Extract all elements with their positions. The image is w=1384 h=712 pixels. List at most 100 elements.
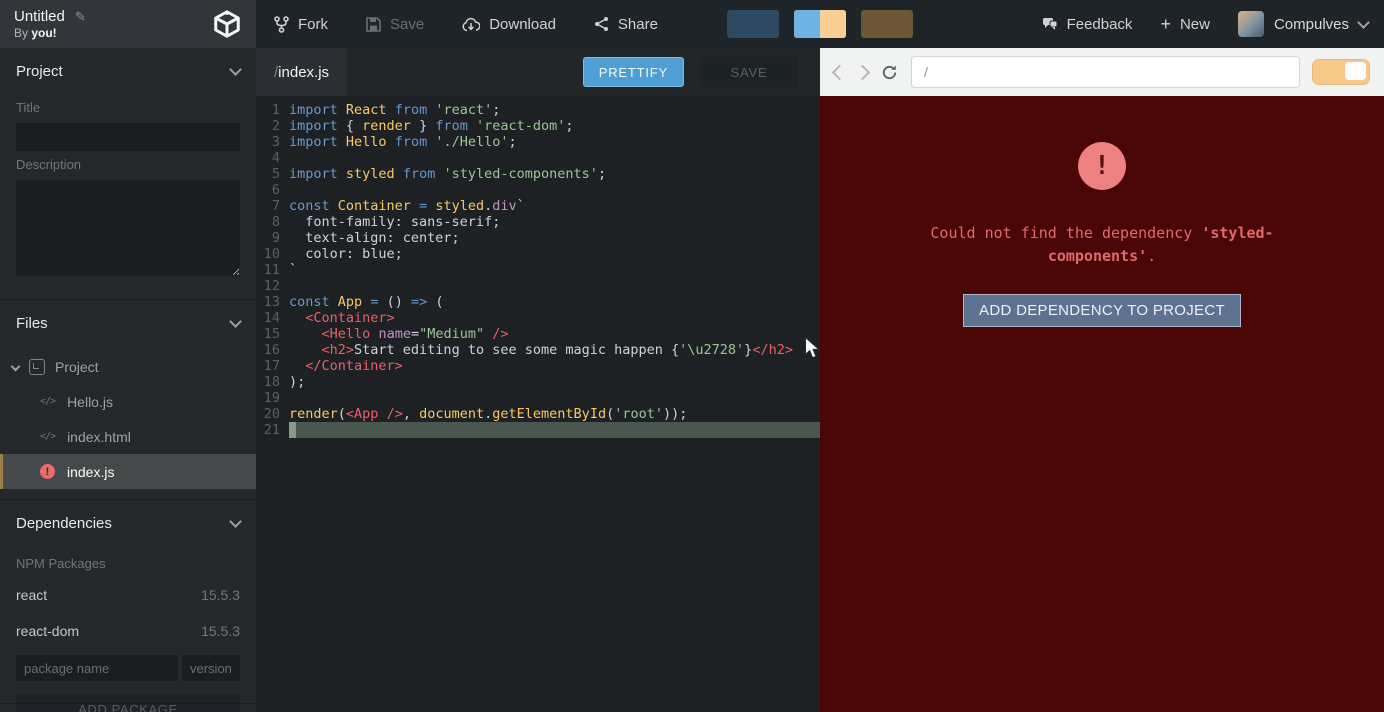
code-line-12[interactable]: 12: [256, 278, 820, 294]
code-line-16[interactable]: 16 <h2>Start editing to see some magic h…: [256, 342, 820, 358]
description-label: Description: [16, 157, 240, 172]
code-line-18[interactable]: 18);: [256, 374, 820, 390]
workspace-meta: Untitled ✎ By you!: [14, 8, 86, 40]
code-line-20[interactable]: 20render(<App />, document.getElementByI…: [256, 406, 820, 422]
refresh-icon[interactable]: [880, 63, 899, 82]
line-content: const Container = styled.div`: [289, 198, 820, 214]
file-item-index.html[interactable]: </> index.html: [0, 419, 256, 454]
code-editor-pane: /index.js PRETTIFY SAVE 1import React fr…: [256, 48, 820, 712]
dependencies-section-header[interactable]: Dependencies: [0, 499, 256, 546]
line-content: text-align: center;: [289, 230, 820, 246]
code-lines: 1import React from 'react';2import { ren…: [256, 102, 820, 438]
code-file-icon: </>: [40, 431, 55, 442]
line-content: [289, 182, 820, 198]
line-number: 3: [256, 134, 289, 150]
plus-icon: +: [1160, 15, 1171, 33]
code-line-6[interactable]: 6: [256, 182, 820, 198]
project-icon: [29, 359, 45, 375]
code-line-3[interactable]: 3import Hello from './Hello';: [256, 134, 820, 150]
view-mode-switcher: [727, 10, 913, 38]
workspace-header: Untitled ✎ By you!: [0, 0, 256, 48]
code-line-17[interactable]: 17 </Container>: [256, 358, 820, 374]
codesandbox-logo-icon[interactable]: [212, 9, 242, 39]
code-line-7[interactable]: 7const Container = styled.div`: [256, 198, 820, 214]
line-content: <h2>Start editing to see some magic happ…: [289, 342, 820, 358]
edit-title-icon[interactable]: ✎: [75, 9, 86, 25]
chevron-down-icon: [229, 515, 242, 528]
file-name: index.html: [67, 429, 131, 445]
code-line-19[interactable]: 19: [256, 390, 820, 406]
dependency-error-screen: ! Could not find the dependency 'styled-…: [820, 96, 1384, 712]
project-description-input[interactable]: [16, 180, 240, 276]
code-line-9[interactable]: 9 text-align: center;: [256, 230, 820, 246]
workspace-byline: By you!: [14, 26, 86, 40]
line-number: 16: [256, 342, 289, 358]
editor-view-button[interactable]: [727, 10, 779, 38]
add-dependency-button[interactable]: ADD DEPENDENCY TO PROJECT: [963, 294, 1241, 327]
project-title-input[interactable]: [16, 123, 240, 151]
dependency-version: 15.5.3: [201, 587, 240, 603]
project-root-item[interactable]: Project: [0, 350, 256, 384]
line-content: );: [289, 374, 820, 390]
file-item-Hello.js[interactable]: </> Hello.js: [0, 384, 256, 419]
chevron-down-icon: [229, 315, 242, 328]
code-line-10[interactable]: 10 color: blue;: [256, 246, 820, 262]
text-cursor: [289, 422, 296, 438]
code-line-4[interactable]: 4: [256, 150, 820, 166]
new-sandbox-button[interactable]: + New: [1160, 15, 1210, 33]
files-section-header[interactable]: Files: [0, 299, 256, 346]
line-content: `: [289, 262, 820, 278]
code-line-15[interactable]: 15 <Hello name="Medium" />: [256, 326, 820, 342]
editor-save-button[interactable]: SAVE: [700, 57, 798, 87]
workspace-title: Untitled: [14, 8, 65, 25]
dependency-list: react15.5.3react-dom15.5.3: [0, 577, 256, 649]
code-line-8[interactable]: 8 font-family: sans-serif;: [256, 214, 820, 230]
code-line-13[interactable]: 13const App = () => (: [256, 294, 820, 310]
package-name-input[interactable]: [16, 655, 178, 681]
code-line-11[interactable]: 11`: [256, 262, 820, 278]
code-file-icon: </>: [40, 396, 55, 407]
url-input[interactable]: [911, 56, 1300, 88]
line-content: import React from 'react';: [289, 102, 820, 118]
code-area[interactable]: 1import React from 'react';2import { ren…: [256, 96, 820, 712]
live-preview-toggle[interactable]: [1312, 59, 1370, 85]
code-line-14[interactable]: 14 <Container>: [256, 310, 820, 326]
download-button[interactable]: Download: [462, 16, 556, 33]
share-button[interactable]: Share: [594, 16, 658, 33]
line-number: 5: [256, 166, 289, 182]
tab-index-js[interactable]: /index.js: [256, 48, 347, 96]
npm-packages-label: NPM Packages: [0, 546, 256, 577]
line-number: 17: [256, 358, 289, 374]
split-view-button[interactable]: [794, 10, 846, 38]
code-line-21[interactable]: 21: [256, 422, 820, 438]
line-content: render(<App />, document.getElementById(…: [289, 406, 820, 422]
package-version-input[interactable]: [182, 655, 240, 681]
code-line-2[interactable]: 2import { render } from 'react-dom';: [256, 118, 820, 134]
top-header: Untitled ✎ By you! Fork: [0, 0, 1384, 48]
external-resources-section-header[interactable]: External Resources: [0, 703, 256, 712]
line-number: 1: [256, 102, 289, 118]
file-name: Hello.js: [67, 394, 113, 410]
code-line-5[interactable]: 5import styled from 'styled-components';: [256, 166, 820, 182]
file-item-index.js[interactable]: !index.js: [0, 454, 256, 489]
user-menu[interactable]: Compulves: [1238, 11, 1368, 37]
line-number: 12: [256, 278, 289, 294]
back-icon[interactable]: [832, 64, 848, 80]
line-number: 19: [256, 390, 289, 406]
forward-icon[interactable]: [855, 64, 871, 80]
line-content: [289, 390, 820, 406]
editor-toolbar: /index.js PRETTIFY SAVE: [256, 48, 820, 96]
line-content: [289, 278, 820, 294]
code-line-1[interactable]: 1import React from 'react';: [256, 102, 820, 118]
dependency-react-dom[interactable]: react-dom15.5.3: [0, 613, 256, 649]
prettify-button[interactable]: PRETTIFY: [583, 57, 684, 87]
sidebar: Project Title Description Files Project: [0, 48, 256, 712]
line-number: 7: [256, 198, 289, 214]
fork-button[interactable]: Fork: [274, 16, 328, 33]
dependency-react[interactable]: react15.5.3: [0, 577, 256, 613]
save-button[interactable]: Save: [366, 16, 424, 33]
feedback-button[interactable]: Feedback: [1042, 16, 1133, 33]
preview-view-button[interactable]: [861, 10, 913, 38]
project-section-header[interactable]: Project: [0, 48, 256, 94]
error-icon: !: [1078, 142, 1126, 190]
